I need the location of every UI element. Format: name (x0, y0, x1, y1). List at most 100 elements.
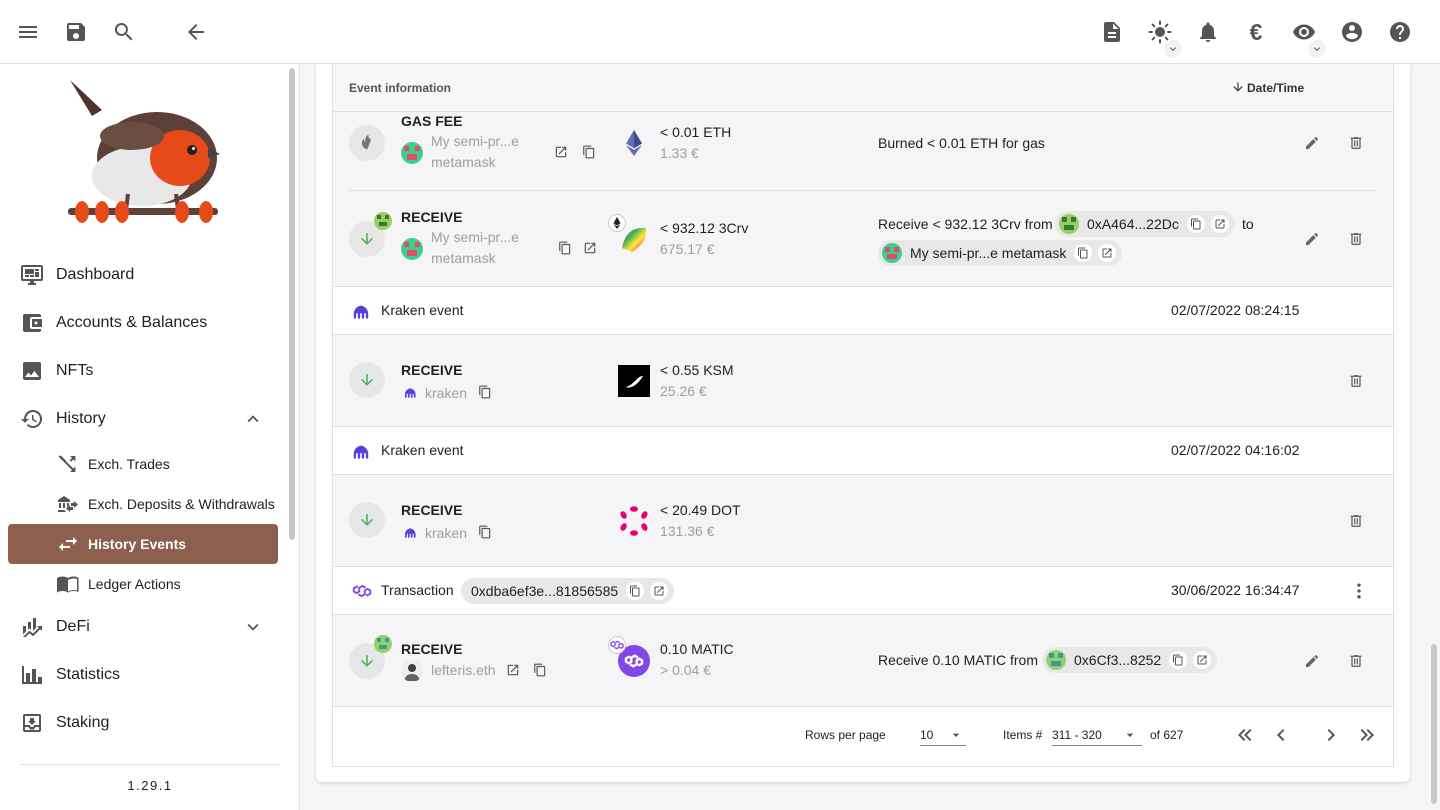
copy-icon[interactable] (1186, 215, 1205, 233)
event-type-label: RECEIVE (401, 209, 463, 225)
delete-trash-icon[interactable] (1348, 653, 1364, 669)
account-name: metamask (431, 154, 496, 170)
polygon-icon (351, 580, 373, 602)
sidebar-item-exch-trades[interactable]: Exch. Trades (8, 444, 278, 484)
ksm-asset-icon (618, 365, 650, 397)
sidebar-item-label: NFTs (56, 362, 94, 379)
wallet-icon (20, 311, 44, 335)
address-chip[interactable]: My semi-pr...e metamask (878, 240, 1123, 266)
bell-icon[interactable] (1190, 14, 1226, 50)
copy-icon[interactable] (478, 525, 494, 541)
account-name: lefteris.eth (431, 662, 496, 678)
table-row: RECEIVE kraken < 0.55 KSM 25.26 € (333, 335, 1393, 427)
edit-pencil-icon[interactable] (1304, 231, 1320, 247)
account-circle-icon[interactable] (1334, 14, 1370, 50)
delete-trash-icon[interactable] (1348, 373, 1364, 389)
eye-icon[interactable] (1286, 14, 1326, 58)
account-name: metamask (431, 250, 496, 266)
sidebar-item-history[interactable]: History (8, 399, 278, 439)
sidebar-item-accounts-balances[interactable]: Accounts & Balances (8, 303, 278, 343)
column-header-date-time[interactable]: Date/Time (1247, 81, 1304, 95)
delete-trash-icon[interactable] (1348, 135, 1364, 151)
sidebar-item-defi[interactable]: DeFi (8, 607, 278, 647)
sidebar-item-label: Exch. Deposits & Withdrawals (88, 496, 275, 512)
address-chip[interactable]: 0xA464...22Dc (1055, 211, 1235, 237)
more-vertical-icon[interactable] (1349, 581, 1369, 601)
last-page-icon[interactable] (1355, 723, 1379, 747)
sidebar-item-exch-deposits-withdrawals[interactable]: Exch. Deposits & Withdrawals (8, 484, 278, 524)
items-range-select[interactable]: 311 - 320 (1052, 724, 1142, 746)
account-avatar (401, 660, 423, 682)
copy-icon[interactable] (1169, 651, 1188, 669)
open-external-icon[interactable] (650, 582, 669, 600)
event-group-date: 30/06/2022 16:34:47 (1171, 582, 1300, 598)
sidebar-scrollbar[interactable] (289, 68, 295, 540)
chevron-down-icon[interactable] (1308, 40, 1326, 58)
copy-icon[interactable] (626, 582, 645, 600)
open-external-icon[interactable] (1098, 244, 1117, 262)
sidebar-item-label: Statistics (56, 666, 121, 683)
edit-pencil-icon[interactable] (1304, 135, 1320, 151)
previous-page-icon[interactable] (1269, 723, 1293, 747)
sidebar-item-nfts[interactable]: NFTs (8, 351, 278, 391)
table-row: GAS FEE My semi-pr...e metamask < 0.01 E… (333, 112, 1393, 287)
address-chip[interactable]: 0x6Cf3...8252 (1042, 647, 1218, 673)
edit-pencil-icon[interactable] (1304, 653, 1320, 669)
eth-asset-icon (618, 127, 650, 159)
event-group-label: Kraken event (381, 302, 464, 318)
event-type-label: RECEIVE (401, 502, 463, 518)
chevron-up-icon[interactable] (242, 408, 264, 430)
open-external-icon[interactable] (583, 241, 599, 257)
event-fiat-value: 1.33 € (660, 145, 699, 161)
address-text: 0xA464...22Dc (1087, 216, 1179, 232)
delete-trash-icon[interactable] (1348, 231, 1364, 247)
copy-icon[interactable] (558, 241, 574, 257)
open-external-icon[interactable] (1210, 215, 1229, 233)
copy-icon[interactable] (582, 145, 598, 161)
event-description: Burned < 0.01 ETH for gas (878, 135, 1045, 151)
chevron-down-icon[interactable] (1164, 40, 1182, 58)
event-type-label: GAS FEE (401, 113, 463, 129)
sidebar-item-label: History Events (88, 536, 187, 552)
sidebar-item-history-events[interactable]: History Events (8, 524, 278, 564)
items-range-value: 311 - 320 (1052, 728, 1102, 742)
table-row: RECEIVE kraken < 20.49 DOT 131.36 € (333, 475, 1393, 567)
account-name: My semi-pr...e (431, 133, 519, 149)
kraken-icon (403, 385, 419, 401)
sort-arrow-down-icon[interactable] (1231, 80, 1245, 94)
event-type-label: RECEIVE (401, 362, 463, 378)
search-icon[interactable] (106, 14, 142, 50)
rows-per-page-select[interactable]: 10 (920, 724, 966, 746)
address-avatar (1046, 650, 1066, 670)
tx-hash-chip[interactable]: 0xdba6ef3e...81856585 (461, 578, 675, 604)
first-page-icon[interactable] (1233, 723, 1257, 747)
save-icon[interactable] (58, 14, 94, 50)
copy-icon[interactable] (1074, 244, 1093, 262)
sidebar-item-staking[interactable]: Staking (8, 703, 278, 743)
back-arrow-icon[interactable] (178, 14, 214, 50)
table-header: Event information Date/Time (333, 64, 1393, 112)
event-type-icon (349, 125, 385, 161)
open-external-icon[interactable] (1193, 651, 1212, 669)
chevron-down-icon[interactable] (242, 616, 264, 638)
sidebar-item-ledger-actions[interactable]: Ledger Actions (8, 564, 278, 604)
sidebar-item-statistics[interactable]: Statistics (8, 655, 278, 695)
next-page-icon[interactable] (1319, 723, 1343, 747)
polygon-chain-badge (608, 636, 626, 654)
menu-icon[interactable] (10, 14, 46, 50)
theme-brightness-icon[interactable] (1142, 14, 1182, 58)
open-external-icon[interactable] (554, 145, 570, 161)
page-scrollbar[interactable] (1431, 644, 1437, 804)
copy-icon[interactable] (478, 385, 494, 401)
open-external-icon[interactable] (506, 663, 522, 679)
sidebar-item-dashboard[interactable]: Dashboard (8, 255, 278, 295)
counterparty-badge (374, 212, 392, 230)
account-name: kraken (425, 525, 468, 541)
notes-icon[interactable] (1094, 14, 1130, 50)
currency-euro-icon[interactable]: € (1238, 14, 1274, 50)
help-icon[interactable] (1382, 14, 1418, 50)
sidebar-item-label: Dashboard (56, 266, 135, 283)
copy-icon[interactable] (533, 663, 549, 679)
delete-trash-icon[interactable] (1348, 513, 1364, 529)
image-icon (20, 359, 44, 383)
